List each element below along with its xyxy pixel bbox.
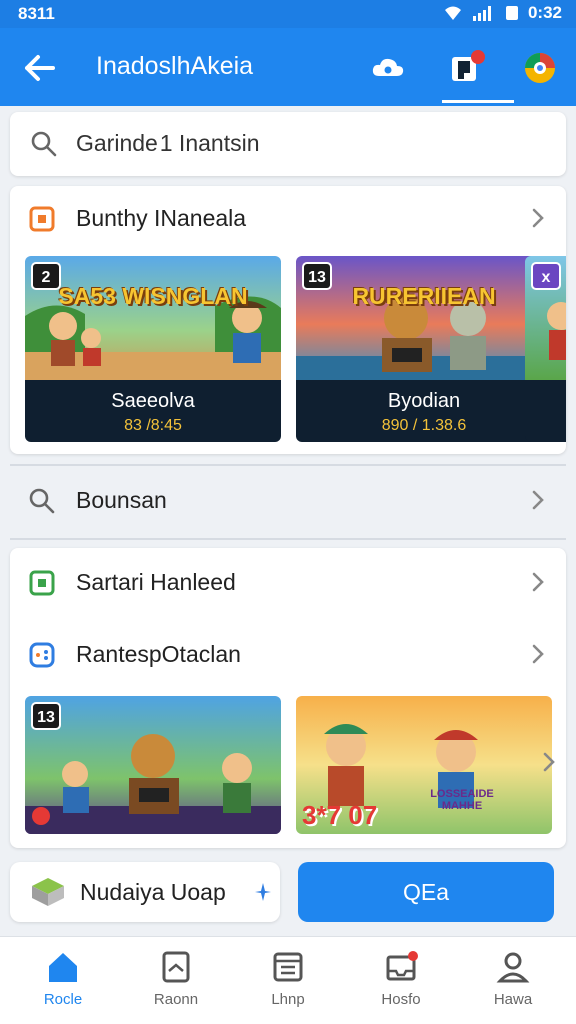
calendar-icon <box>273 952 303 982</box>
square-green-icon <box>29 570 55 596</box>
primary-action-label: QEa <box>402 879 450 905</box>
game-card[interactable]: 13 <box>25 696 281 834</box>
app-bar: InadoslhAkeia <box>0 28 576 106</box>
arrow-left-icon <box>25 55 55 81</box>
game-artwork: RURERIIEAN <box>296 256 552 380</box>
wifi-icon <box>444 6 461 20</box>
game-illustration <box>296 296 552 380</box>
chevron-right-icon <box>532 644 544 664</box>
colorful-app-icon <box>525 53 555 83</box>
nav-label: Hosfo <box>381 991 421 1008</box>
game-illustration <box>25 734 281 834</box>
section-row-featured[interactable]: Bunthy INaneala <box>10 188 566 248</box>
collection-carousel[interactable]: 13 3*7 07 LOSSEAIDE MAHHE <box>25 696 566 834</box>
featured-card: Bunthy INaneala SA53 WISNGLAN 2 Saeeolva <box>10 186 566 454</box>
bottom-nav: Rocle Raonn Lhnp Hosfo Hawa <box>0 936 576 1024</box>
status-icons: 0:32 <box>442 3 562 23</box>
active-tab-indicator <box>442 100 514 103</box>
status-bar: 8311 0:32 <box>0 0 576 28</box>
status-time: 8311 <box>18 4 55 23</box>
game-subtitle: 83 /8:45 <box>124 417 182 434</box>
nav-label: Rocle <box>43 991 83 1008</box>
rank-badge: 13 <box>302 262 332 290</box>
chevron-right-icon <box>532 490 544 510</box>
game-meta <box>525 380 566 442</box>
tablet-icon <box>162 951 190 983</box>
nav-inbox[interactable]: Hosfo <box>356 949 446 1008</box>
nearby-label: Nudaiya Uoap <box>80 879 226 905</box>
search-icon <box>29 488 55 514</box>
color-app-button[interactable] <box>518 46 562 90</box>
search-row-secondary[interactable]: Bounsan <box>10 470 566 530</box>
nav-label: Hawa <box>493 991 533 1008</box>
game-subtitle: 890 / 1.38.6 <box>381 417 467 434</box>
game-artwork: 3*7 07 LOSSEAIDE MAHHE <box>296 696 552 834</box>
nav-label: Lhnp <box>271 991 305 1008</box>
media-button[interactable] <box>446 46 490 90</box>
game-card[interactable]: RURERIIEAN 13 Byodian 890 / 1.38.6 <box>296 256 552 442</box>
nav-profile[interactable]: Hawa <box>468 949 558 1008</box>
primary-action-button[interactable]: QEa <box>298 862 554 922</box>
status-clock: 0:32 <box>527 3 562 22</box>
game-card[interactable]: x <box>525 256 566 442</box>
section-row-a[interactable]: Sartari Hanleed <box>10 552 566 612</box>
game-art-badge: LOSSEAIDE MAHHE <box>430 788 494 812</box>
media-icon <box>452 50 485 81</box>
game-artwork: SA53 WISNGLAN <box>25 256 281 380</box>
rank-badge: x <box>531 262 561 290</box>
gamepad-icon <box>29 642 55 668</box>
game-illustration <box>25 296 281 380</box>
home-icon <box>49 953 77 982</box>
search-bar[interactable]: Garinde 1 Inantsin <box>10 112 566 176</box>
search-input[interactable]: Garinde 1 Inantsin <box>76 130 259 157</box>
rank-badge: 13 <box>31 702 61 730</box>
section-row-b[interactable]: RantespOtaclan <box>10 624 566 684</box>
rank-badge: 2 <box>31 262 61 290</box>
square-outline-icon <box>29 206 55 232</box>
battery-icon <box>505 6 518 20</box>
chevron-right-icon[interactable] <box>539 750 559 774</box>
cube-icon <box>32 878 64 906</box>
nav-apps[interactable]: Lhnp <box>243 949 333 1008</box>
nav-games[interactable]: Raonn <box>131 949 221 1008</box>
game-card[interactable]: SA53 WISNGLAN 2 Saeeolva 83 /8:45 <box>25 256 281 442</box>
cloud-button[interactable] <box>366 46 410 90</box>
row-label: RantespOtaclan <box>76 641 241 667</box>
game-art-title: 3*7 07 <box>302 800 378 830</box>
row-label: Bounsan <box>76 487 167 513</box>
game-title: Byodian <box>387 390 461 412</box>
divider <box>10 538 566 540</box>
game-meta: Saeeolva 83 /8:45 <box>25 380 281 442</box>
nav-label: Raonn <box>153 991 199 1008</box>
row-label: Sartari Hanleed <box>76 569 236 595</box>
search-icon <box>31 131 57 157</box>
sparkle-icon <box>255 883 271 901</box>
collections-card: Sartari Hanleed RantespOtaclan 13 3*7 07… <box>10 548 566 848</box>
nav-home[interactable]: Rocle <box>18 949 108 1008</box>
game-art-title: SA53 WISNGLAN <box>58 283 248 309</box>
chevron-right-icon <box>532 572 544 592</box>
game-art-title: RURERIIEAN <box>352 283 496 309</box>
page-title: InadoslhAkeia <box>96 52 254 80</box>
section-label: Bunthy INaneala <box>76 205 247 231</box>
game-title: Saeeolva <box>111 390 195 412</box>
back-button[interactable] <box>20 48 60 88</box>
game-artwork <box>25 696 281 834</box>
signal-icon <box>472 6 491 21</box>
game-card[interactable]: 3*7 07 LOSSEAIDE MAHHE <box>296 696 552 834</box>
chevron-right-icon <box>532 208 544 228</box>
divider <box>10 464 566 466</box>
game-meta: Byodian 890 / 1.38.6 <box>296 380 552 442</box>
inbox-icon <box>386 951 418 981</box>
cloud-icon <box>372 58 404 76</box>
nearby-button[interactable]: Nudaiya Uoap <box>10 862 280 922</box>
person-icon <box>496 952 530 983</box>
game-carousel[interactable]: SA53 WISNGLAN 2 Saeeolva 83 /8:45 RURERI… <box>25 256 566 442</box>
